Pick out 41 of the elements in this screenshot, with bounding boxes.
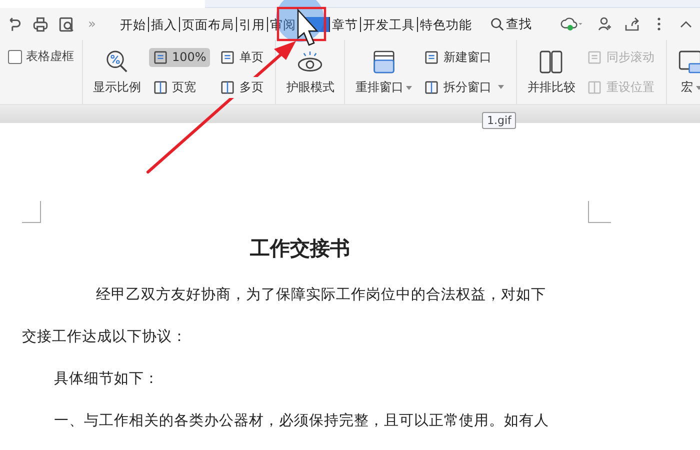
- ribbon-button[interactable]: 单页: [216, 46, 268, 68]
- page-width-icon: [153, 80, 168, 94]
- ribbon-button[interactable]: 宏: [675, 48, 700, 96]
- page-icon: [220, 50, 236, 64]
- ribbon-button[interactable]: 护眼模式: [284, 48, 336, 96]
- split-window-icon: [424, 80, 440, 94]
- margin-corner-mark: [588, 201, 611, 223]
- macro-icon: [677, 48, 700, 76]
- sync-scroll-icon: [587, 50, 602, 64]
- print-preview-icon[interactable]: [58, 16, 75, 32]
- ribbon-tab[interactable]: 开始: [118, 16, 149, 32]
- ribbon-button[interactable]: 页宽: [149, 76, 210, 98]
- ribbon-button[interactable]: 重排窗口: [353, 48, 414, 96]
- ribbon-button[interactable]: 并排比较: [525, 48, 578, 96]
- add-user-icon[interactable]: [597, 16, 613, 32]
- ribbon-button[interactable]: 拆分窗口: [420, 76, 508, 98]
- new-window-icon: [424, 50, 440, 64]
- document-paragraph: 经甲乙双方友好协商，为了保障实际工作岗位中的合法权益，对如下: [95, 286, 547, 305]
- document-paragraph: 具体细节如下：: [53, 370, 160, 389]
- document-paragraph: 交接工作达成以下协议：: [22, 328, 188, 347]
- print-icon[interactable]: [32, 16, 49, 32]
- tooltip: 1.gif: [482, 112, 516, 129]
- ribbon-button[interactable]: 100%: [149, 48, 210, 66]
- ribbon-button[interactable]: 显示比例: [91, 48, 143, 96]
- ratio-icon: [153, 50, 168, 64]
- margin-corner-mark: [22, 201, 41, 223]
- share-icon[interactable]: [624, 16, 640, 32]
- table-gridlines-checkbox[interactable]: 表格虚框: [8, 48, 74, 65]
- search-button[interactable]: 查找: [490, 16, 532, 32]
- search-icon: [490, 17, 504, 31]
- ribbon-tab[interactable]: 特色功能: [418, 16, 474, 32]
- ribbon-tab[interactable]: 引用: [236, 16, 268, 32]
- ribbon-tab[interactable]: 章节: [330, 16, 361, 32]
- two-pages-icon: [220, 80, 236, 94]
- ribbon-button[interactable]: 新建窗口: [420, 46, 508, 68]
- ribbon-tab[interactable]: 插入: [148, 16, 180, 32]
- reset-position-icon: [587, 80, 602, 94]
- document-title: 工作交接书: [249, 235, 351, 262]
- ribbon-tab[interactable]: 页面布局: [180, 16, 237, 32]
- ribbon-tab[interactable]: 开发工具: [360, 16, 418, 32]
- document-paragraph: 一、与工作相关的各类办公器材，必须保持完整，且可以正常使用。如有人: [53, 412, 550, 431]
